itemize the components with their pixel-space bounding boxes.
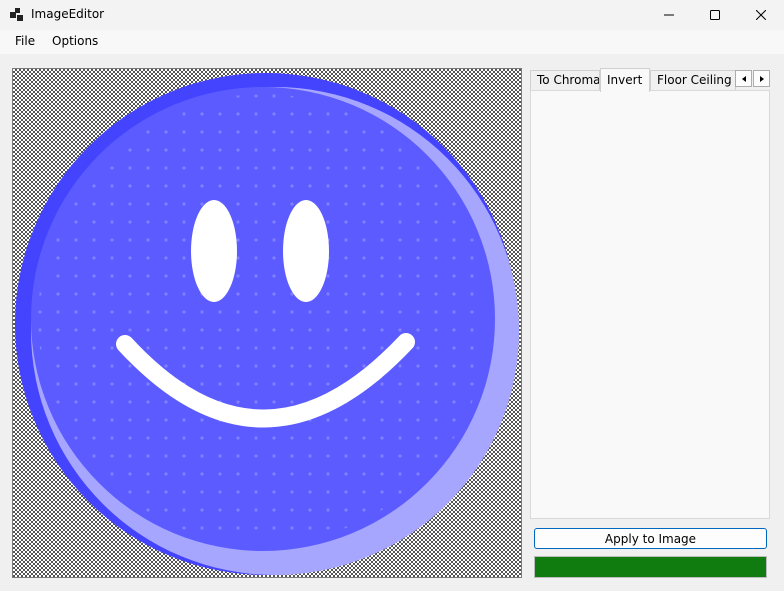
close-icon <box>756 10 766 20</box>
chevron-right-icon <box>759 75 764 82</box>
tab-invert[interactable]: Invert <box>600 68 650 92</box>
title-bar[interactable]: ImageEditor <box>0 0 784 30</box>
tab-scroll-right-button[interactable] <box>753 70 770 87</box>
filter-tabs: To Chroma Invert Floor Ceiling Lu <box>530 68 772 520</box>
menu-bar: File Options <box>0 30 784 54</box>
window-title: ImageEditor <box>31 7 105 21</box>
tab-scroll-left-button[interactable] <box>735 70 752 87</box>
app-icon <box>10 8 23 21</box>
left-eye <box>191 200 237 302</box>
app-window: ImageEditor File Options To Chroma Inver… <box>0 0 784 591</box>
minimize-button[interactable] <box>646 0 692 30</box>
menu-file[interactable]: File <box>13 34 37 48</box>
maximize-button[interactable] <box>692 0 738 30</box>
tab-page-invert <box>530 90 770 519</box>
progress-fill <box>535 557 766 577</box>
close-button[interactable] <box>738 0 784 30</box>
apply-to-image-button[interactable]: Apply to Image <box>534 528 767 549</box>
minimize-icon <box>664 14 674 16</box>
tab-to-chroma[interactable]: To Chroma <box>530 70 600 90</box>
right-eye <box>283 200 329 302</box>
smiley-image <box>15 73 519 575</box>
smiley-dots <box>38 94 488 544</box>
menu-options[interactable]: Options <box>50 34 100 48</box>
tab-floor-ceiling[interactable]: Floor Ceiling Lu <box>650 70 736 90</box>
chevron-left-icon <box>741 75 746 82</box>
image-canvas[interactable] <box>12 68 522 578</box>
tab-scroll-buttons <box>735 70 771 87</box>
progress-bar <box>534 556 767 578</box>
maximize-icon <box>710 10 720 20</box>
